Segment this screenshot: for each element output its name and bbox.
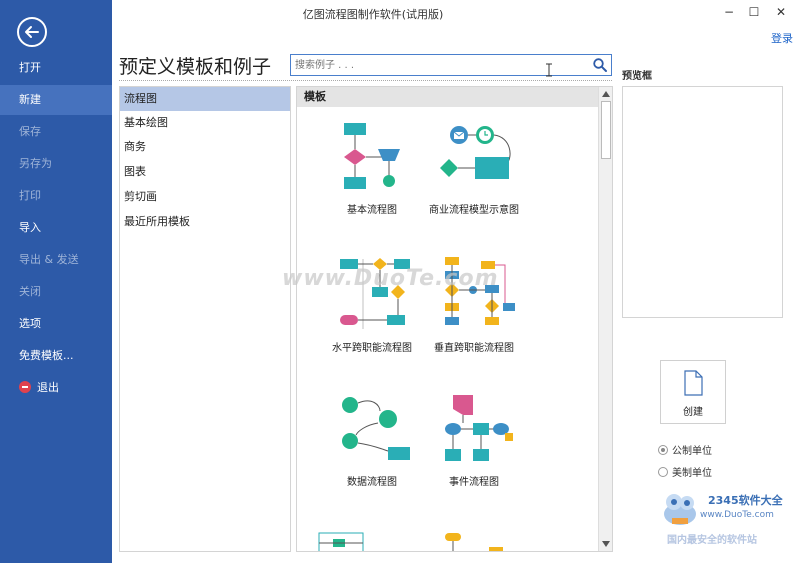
preview-label: 预览框 [622, 71, 652, 82]
scroll-down-button[interactable] [600, 538, 612, 550]
back-button[interactable] [17, 17, 47, 47]
menu-label: 新建 [19, 93, 41, 106]
menu-import[interactable]: 导入 [0, 213, 112, 243]
menu-free-templates[interactable]: 免费模板... [0, 341, 112, 371]
divider [119, 80, 612, 81]
login-link[interactable]: 登录 [771, 30, 793, 46]
template-label: 垂直跨职能流程图 [434, 343, 514, 354]
brand-watermark-slogan: 国内最安全的软件站 [667, 535, 757, 546]
menu-options[interactable]: 选项 [0, 309, 112, 339]
category-list: 流程图 基本绘图 商务 图表 剪切画 最近所用模板 [119, 86, 291, 552]
category-item[interactable]: 流程图 [120, 87, 290, 111]
close-button[interactable]: ✕ [770, 3, 792, 21]
menu-export-send[interactable]: 导出 & 发送 [0, 245, 112, 275]
page-title: 预定义模板和例子 [119, 56, 272, 78]
text-cursor-icon [546, 63, 552, 77]
sidebar: 打开 新建 保存 另存为 打印 导入 导出 & 发送 关闭 选项 免费模板...… [0, 0, 112, 563]
templates-header: 模板 [297, 87, 599, 107]
window-title: 亿图流程图制作软件(试用版) [302, 8, 444, 21]
exit-icon [19, 381, 31, 393]
category-label: 流程图 [124, 92, 157, 105]
template-business-process[interactable]: 商业流程模型示意图 [409, 121, 539, 216]
category-item[interactable]: 基本绘图 [120, 111, 290, 135]
menu-label: 另存为 [19, 157, 52, 170]
category-item[interactable]: 商务 [120, 135, 290, 159]
search-button[interactable] [592, 57, 608, 73]
close-icon: ✕ [775, 5, 787, 19]
preview-box [622, 86, 783, 318]
business-process-thumbnail [440, 126, 511, 179]
scroll-up-button[interactable] [600, 88, 612, 100]
menu-open[interactable]: 打开 [0, 53, 112, 83]
template-event-flow[interactable]: 事件流程图 [409, 393, 539, 488]
new-document-icon [684, 370, 703, 396]
menu-label: 打开 [19, 61, 41, 74]
category-label: 图表 [124, 165, 146, 178]
menu-close[interactable]: 关闭 [0, 277, 112, 307]
minimize-icon: − [723, 5, 735, 19]
mascot-logo-icon [664, 494, 696, 525]
template-label: 商业流程模型示意图 [429, 205, 519, 216]
watermark: www.DuoTe.com [282, 266, 499, 291]
templates-scrollbar[interactable] [598, 87, 612, 551]
template-partial-thumbnail [445, 533, 503, 551]
arrow-left-icon [25, 26, 39, 38]
brand-watermark: 2345软件大全 [708, 494, 783, 507]
template-label: 事件流程图 [449, 477, 499, 488]
unit-us-option[interactable]: 美制单位 [658, 464, 712, 479]
menu-label: 导入 [19, 221, 41, 234]
menu-label: 关闭 [19, 285, 41, 298]
menu-save[interactable]: 保存 [0, 117, 112, 147]
unit-metric-option[interactable]: 公制单位 [658, 442, 712, 457]
menu-label: 导出 & 发送 [19, 253, 79, 266]
minimize-button[interactable]: − [718, 3, 740, 21]
menu-label: 选项 [19, 317, 41, 330]
brand-watermark-url: www.DuoTe.com [700, 510, 774, 520]
menu-label: 退出 [37, 381, 59, 394]
radio-button[interactable] [658, 466, 668, 477]
menu-exit[interactable]: 退出 [0, 373, 112, 403]
category-label: 剪切画 [124, 190, 157, 203]
menu-label: 保存 [19, 125, 41, 138]
radio-button[interactable] [658, 444, 668, 455]
category-label: 商务 [124, 140, 146, 153]
scroll-thumb[interactable] [601, 101, 611, 159]
menu-label: 打印 [19, 189, 41, 202]
category-item[interactable]: 图表 [120, 160, 290, 184]
search-input[interactable] [293, 56, 583, 74]
data-flow-thumbnail [342, 397, 410, 460]
template-partial-thumbnail [318, 532, 364, 551]
category-label: 基本绘图 [124, 116, 168, 129]
menu-print[interactable]: 打印 [0, 181, 112, 211]
menu-label: 免费模板... [19, 349, 74, 362]
unit-label: 美制单位 [672, 468, 712, 479]
menu-new[interactable]: 新建 [0, 85, 112, 115]
unit-label: 公制单位 [672, 446, 712, 457]
search-icon [593, 58, 607, 72]
menu-save-as[interactable]: 另存为 [0, 149, 112, 179]
templates-panel: 模板 基本流程图 商业流程模型示意图 水平跨职能流程图 垂直跨职能流程图 数据流… [296, 86, 613, 552]
category-item[interactable]: 剪切画 [120, 185, 290, 209]
triangle-up-icon [602, 91, 610, 97]
maximize-button[interactable]: ☐ [743, 3, 765, 21]
triangle-down-icon [602, 541, 610, 547]
create-label: 创建 [683, 407, 703, 418]
create-button[interactable]: 创建 [660, 360, 726, 424]
maximize-icon: ☐ [748, 5, 760, 19]
event-flow-thumbnail [445, 395, 513, 461]
category-label: 最近所用模板 [124, 215, 190, 228]
basic-flowchart-thumbnail [344, 123, 400, 189]
search-box [290, 54, 612, 76]
category-item[interactable]: 最近所用模板 [120, 210, 290, 234]
